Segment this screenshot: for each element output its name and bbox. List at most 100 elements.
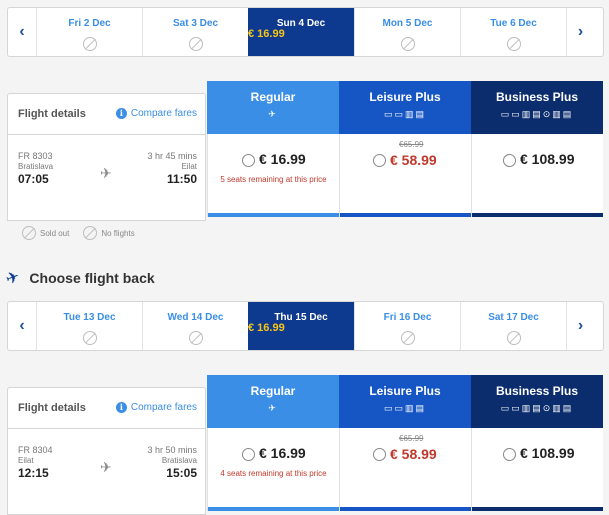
fare-bar <box>472 507 603 511</box>
date-label: Wed 14 Dec <box>167 312 224 323</box>
chevron-left-icon[interactable]: ‹ <box>8 8 36 56</box>
fare-header-leisure: Leisure Plus ▭▭▥▤ <box>339 375 471 428</box>
info-icon: i <box>115 108 127 119</box>
legend-no-flights: No flights <box>83 226 135 240</box>
date-tab-sat-3-dec[interactable]: Sat 3 Dec <box>142 8 248 56</box>
flight-duration: 3 hr 50 mins <box>147 445 197 455</box>
outbound-date-bar: ‹ Fri 2 Dec Sat 3 Dec Sun 4 Dec € 16.99 … <box>7 7 604 57</box>
flight-duration: 3 hr 45 mins <box>147 151 197 161</box>
outbound-fare-card: Flight details i Compare fares FR 8303 B… <box>7 81 604 221</box>
fare-name: Business Plus <box>495 90 579 104</box>
compare-fares-label: Compare fares <box>130 108 197 119</box>
plane-icon: ✈ <box>3 268 23 289</box>
fare-radio[interactable] <box>373 448 386 461</box>
fare-leisure-plus[interactable]: Leisure Plus ▭▭▥▤ €65.99 € 58.99 <box>339 81 471 217</box>
compare-fares-link[interactable]: i Compare fares <box>115 108 197 119</box>
fare-body-leisure: €65.99 € 58.99 <box>339 428 471 511</box>
fare-name: Regular <box>250 384 296 398</box>
fare-price: € 108.99 <box>520 445 575 461</box>
fare-leisure-plus[interactable]: Leisure Plus ▭▭▥▤ €65.99 € 58.99 <box>339 375 471 511</box>
departure-city: Bratislava <box>18 162 54 171</box>
compare-fares-link[interactable]: i Compare fares <box>115 402 197 413</box>
fare-header-regular: Regular ✈ <box>207 375 339 428</box>
flight-details-header: Flight details i Compare fares <box>7 93 206 134</box>
seats-remaining: 5 seats remaining at this price <box>220 175 327 184</box>
info-icon: i <box>115 402 127 413</box>
fare-features-icons: ▭▭▥▤⊙▥▤ <box>500 403 574 413</box>
fare-body-business: € 108.99 <box>471 134 603 217</box>
date-price: € 16.99 <box>248 322 285 334</box>
flight-details-header: Flight details i Compare fares <box>7 387 206 428</box>
date-tab-sun-4-dec[interactable]: Sun 4 Dec € 16.99 <box>248 8 354 56</box>
departure-time: 07:05 <box>18 172 49 186</box>
date-tab-tue-13-dec[interactable]: Tue 13 Dec <box>36 302 142 350</box>
fare-regular[interactable]: Regular ✈ € 16.99 4 seats remaining at t… <box>207 375 339 511</box>
flight-number: FR 8304 <box>18 445 53 455</box>
date-tab-thu-15-dec[interactable]: Thu 15 Dec € 16.99 <box>248 302 354 350</box>
date-tab-fri-2-dec[interactable]: Fri 2 Dec <box>36 8 142 56</box>
fare-header-business: Business Plus ▭▭▥▤⊙▥▤ <box>471 375 603 428</box>
date-price: € 16.99 <box>248 28 285 40</box>
date-label: Fri 16 Dec <box>383 312 432 323</box>
fare-price: € 58.99 <box>390 446 437 462</box>
fare-price: € 58.99 <box>390 152 437 168</box>
fare-bar <box>472 213 603 217</box>
fare-old-price: €65.99 <box>399 140 424 149</box>
fare-header-business: Business Plus ▭▭▥▤⊙▥▤ <box>471 81 603 134</box>
flight-details-title: Flight details <box>18 402 86 414</box>
availability-legend: Sold out No flights <box>22 226 135 240</box>
fare-regular[interactable]: Regular ✈ € 16.99 5 seats remaining at t… <box>207 81 339 217</box>
no-flight-icon <box>506 37 521 51</box>
date-tab-mon-5-dec[interactable]: Mon 5 Dec <box>354 8 460 56</box>
fare-business-plus[interactable]: Business Plus ▭▭▥▤⊙▥▤ € 108.99 <box>471 375 603 511</box>
flight-details-body: FR 8303 Bratislava 07:05 ✈ 3 hr 45 mins … <box>7 134 206 221</box>
fare-body-leisure: €65.99 € 58.99 <box>339 134 471 217</box>
date-label: Tue 13 Dec <box>63 312 116 323</box>
chevron-left-icon[interactable]: ‹ <box>8 302 36 350</box>
date-label: Tue 6 Dec <box>490 18 537 29</box>
seats-remaining: 4 seats remaining at this price <box>220 469 327 478</box>
departure-time: 12:15 <box>18 466 49 480</box>
arrival-time: 15:05 <box>166 466 197 480</box>
date-tab-fri-16-dec[interactable]: Fri 16 Dec <box>354 302 460 350</box>
fare-bar <box>208 213 339 217</box>
flight-details-title: Flight details <box>18 108 86 120</box>
fare-business-plus[interactable]: Business Plus ▭▭▥▤⊙▥▤ € 108.99 <box>471 81 603 217</box>
chevron-right-icon[interactable]: › <box>566 302 594 350</box>
fare-radio[interactable] <box>503 448 516 461</box>
fare-radio[interactable] <box>373 154 386 167</box>
fare-radio[interactable] <box>503 154 516 167</box>
no-flight-icon <box>400 331 415 345</box>
plane-icon: ✈ <box>268 403 278 413</box>
fare-bar <box>340 507 471 511</box>
arrival-city: Eilat <box>181 162 197 171</box>
fare-features-icons: ▭▭▥▤ <box>383 109 426 119</box>
fare-radio[interactable] <box>242 448 255 461</box>
fare-features-icons: ▭▭▥▤⊙▥▤ <box>500 109 574 119</box>
date-label: Sat 3 Dec <box>172 18 219 29</box>
plane-icon: ✈ <box>100 165 112 181</box>
fare-body-business: € 108.99 <box>471 428 603 511</box>
no-flight-icon <box>506 331 521 345</box>
compare-fares-label: Compare fares <box>130 402 197 413</box>
date-label: Mon 5 Dec <box>382 18 433 29</box>
fare-header-regular: Regular ✈ <box>207 81 339 134</box>
fare-name: Business Plus <box>495 384 579 398</box>
flight-number: FR 8303 <box>18 151 53 161</box>
chevron-right-icon[interactable]: › <box>566 8 594 56</box>
date-tab-sat-17-dec[interactable]: Sat 17 Dec <box>460 302 566 350</box>
legend-label: No flights <box>101 228 135 238</box>
date-tab-tue-6-dec[interactable]: Tue 6 Dec <box>460 8 566 56</box>
date-tab-wed-14-dec[interactable]: Wed 14 Dec <box>142 302 248 350</box>
fare-old-price: €65.99 <box>399 434 424 443</box>
fare-price: € 16.99 <box>259 151 306 167</box>
fare-body-regular: € 16.99 5 seats remaining at this price <box>207 134 339 217</box>
fare-price: € 108.99 <box>520 151 575 167</box>
date-label: Sat 17 Dec <box>488 312 539 323</box>
fare-radio[interactable] <box>242 154 255 167</box>
fare-features-icons: ▭▭▥▤ <box>383 403 426 413</box>
fare-name: Regular <box>250 90 296 104</box>
arrival-city: Bratislava <box>161 456 197 465</box>
no-flight-icon <box>83 226 98 240</box>
legend-label: Sold out <box>40 228 70 238</box>
